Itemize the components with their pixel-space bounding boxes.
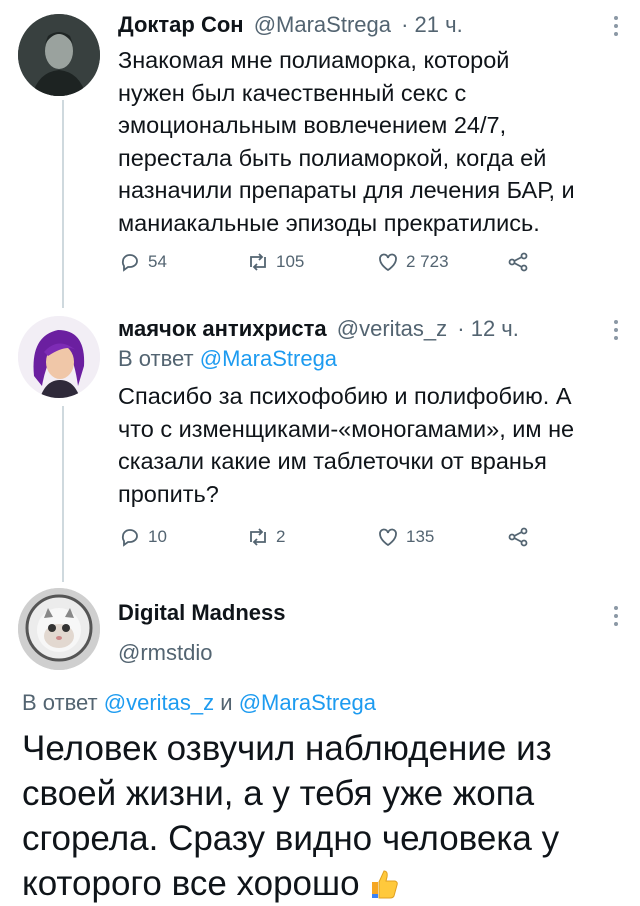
- author-name[interactable]: маячок антихриста: [118, 316, 327, 341]
- tweet-text-line: Знакомая мне полиаморка, которой: [118, 47, 510, 73]
- share-button[interactable]: [506, 525, 536, 549]
- share-icon: [508, 527, 528, 547]
- author-name[interactable]: Digital Madness: [118, 600, 285, 625]
- tweet-text: Знакомая мне полиаморка, которой нужен б…: [118, 44, 628, 239]
- retweet-count: 2: [276, 527, 286, 546]
- avatar[interactable]: [18, 588, 100, 670]
- more-icon[interactable]: [614, 320, 618, 344]
- main-tweet-text: Человек озвучил наблюдение из своей жизн…: [22, 726, 622, 906]
- tweet-text-line: пропить?: [118, 480, 219, 507]
- thread-line: [62, 406, 64, 582]
- tweet-text-line: сгорела. Сразу видно человека у: [22, 819, 560, 858]
- retweet-button[interactable]: 2: [246, 525, 285, 549]
- reply-button[interactable]: 54: [118, 250, 167, 274]
- retweet-count: 105: [276, 252, 305, 271]
- share-button[interactable]: [506, 250, 536, 274]
- tweet-actions: 10 2 135: [118, 525, 548, 555]
- timestamp[interactable]: · 21 ч.: [401, 12, 463, 37]
- tweet-text-line: Спасибо за психофобию и полифобию. А: [118, 383, 572, 409]
- retweet-icon: [250, 528, 266, 546]
- like-icon: [379, 528, 397, 547]
- tweet-text-line: своей жизни, а у тебя уже жопа: [22, 774, 535, 813]
- tweet-text-line: которого все хорошо: [22, 864, 360, 903]
- tweet-text-line: эмоциональным вовлечением 24/7,: [118, 112, 507, 138]
- mention-link[interactable]: @veritas_z: [104, 690, 214, 715]
- retweet-icon: [250, 253, 266, 271]
- more-icon[interactable]: [614, 16, 618, 40]
- like-count: 135: [406, 527, 435, 546]
- mention-link[interactable]: @MaraStrega: [239, 690, 376, 715]
- tweet-text-line: сказали какие им таблеточки от вранья: [118, 448, 547, 474]
- like-icon: [379, 253, 397, 272]
- more-icon[interactable]: [614, 606, 618, 630]
- tweet-header: Доктар Сон @MaraStrega · 21 ч.: [118, 12, 463, 38]
- reply-button[interactable]: 10: [118, 525, 167, 549]
- reply-icon: [121, 529, 138, 547]
- author-name[interactable]: Доктар Сон: [118, 12, 244, 37]
- reply-count: 54: [148, 252, 167, 271]
- timestamp[interactable]: · 12 ч.: [457, 316, 519, 341]
- tweet-text-line: маниакальные эпизоды прекратились.: [118, 209, 540, 236]
- tweet-actions: 54 105 2 723: [118, 250, 548, 280]
- author-handle[interactable]: @veritas_z: [337, 316, 447, 341]
- like-button[interactable]: 135: [376, 525, 434, 549]
- main-tweet-author: Digital Madness: [118, 600, 285, 626]
- tweet-text-line-last: которого все хорошо: [22, 861, 622, 906]
- retweet-button[interactable]: 105: [246, 250, 304, 274]
- reply-icon: [121, 254, 138, 272]
- tweet-text-line: Человек озвучил наблюдение из: [22, 729, 552, 768]
- like-count: 2 723: [406, 252, 449, 271]
- share-icon: [508, 252, 528, 272]
- reply-prefix: В ответ: [22, 690, 98, 715]
- author-handle[interactable]: @rmstdio: [118, 640, 212, 666]
- author-handle[interactable]: @MaraStrega: [254, 12, 391, 37]
- reply-prefix: В ответ: [118, 346, 194, 371]
- mention-link[interactable]: @MaraStrega: [200, 346, 337, 371]
- avatar[interactable]: [18, 316, 100, 398]
- reply-count: 10: [148, 527, 167, 546]
- thumbs-up-icon: [366, 867, 400, 906]
- reply-joiner: и: [220, 690, 233, 715]
- tweet-text-line: перестала быть полиаморкой, когда ей: [118, 144, 547, 171]
- tweet-header: маячок антихриста @veritas_z · 12 ч.: [118, 316, 519, 342]
- avatar[interactable]: [18, 14, 100, 96]
- tweet-text-line: что с изменщиками-«моногамами», им не: [118, 415, 575, 442]
- thread-line: [62, 100, 64, 308]
- reply-context: В ответ @veritas_z и @MaraStrega: [22, 690, 376, 716]
- tweet-text: Спасибо за психофобию и полифобию. А что…: [118, 380, 628, 510]
- reply-context: В ответ @MaraStrega: [118, 346, 337, 372]
- tweet-text-line: нужен был качественный секс с: [118, 79, 467, 106]
- like-button[interactable]: 2 723: [376, 250, 449, 274]
- tweet-text-line: назначили препараты для лечения БАР, и: [118, 177, 575, 203]
